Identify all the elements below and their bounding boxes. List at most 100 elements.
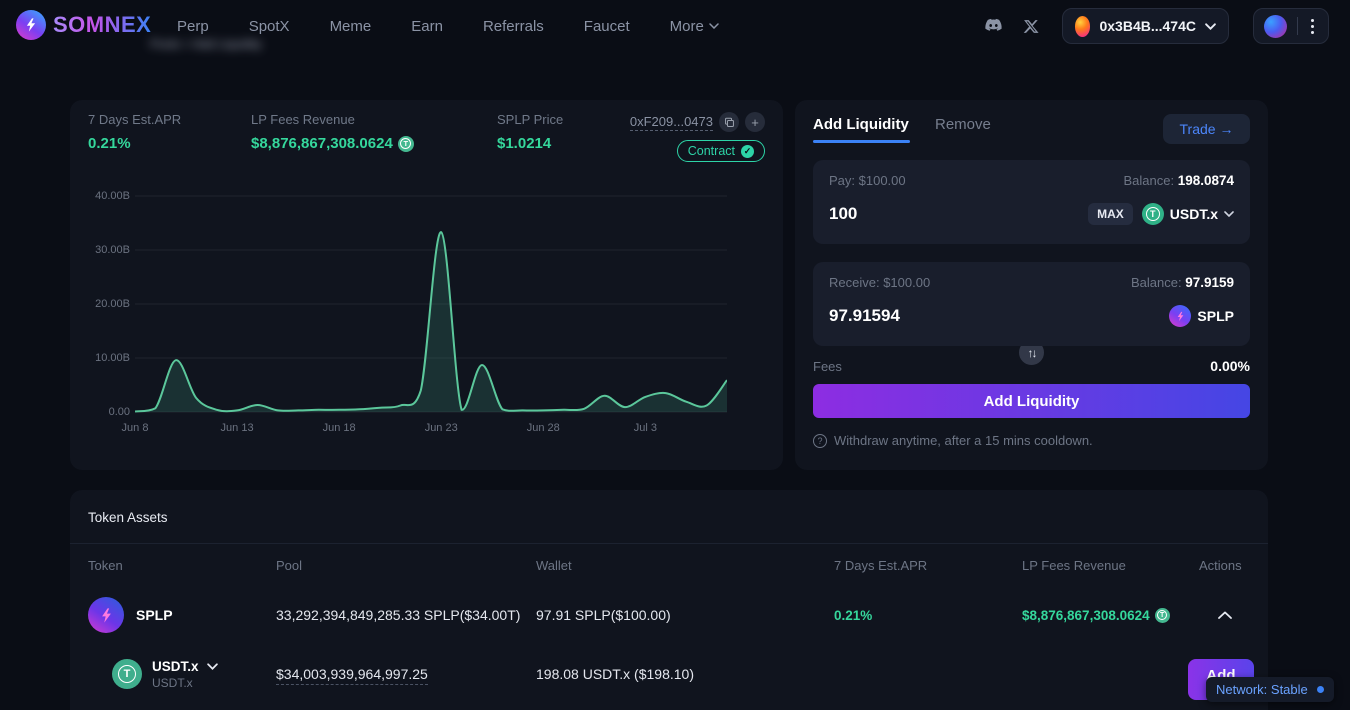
splp-icon bbox=[1169, 305, 1191, 327]
x-tick-label: Jun 23 bbox=[425, 422, 458, 434]
stat-apr: 7 Days Est.APR 0.21% bbox=[88, 112, 181, 152]
stat-apr-label: 7 Days Est.APR bbox=[88, 112, 181, 127]
chevron-down-icon bbox=[709, 23, 719, 29]
table-subrow-usdtx: T USDT.x USDT.x $34,003,939,964,997.25 1… bbox=[88, 648, 1250, 700]
nav-more-label: More bbox=[670, 18, 704, 35]
nav-item-more[interactable]: More bbox=[670, 18, 719, 35]
kebab-menu-icon[interactable] bbox=[1307, 15, 1318, 38]
x-tick-label: Jun 18 bbox=[323, 422, 356, 434]
col-pool: Pool bbox=[276, 558, 536, 573]
question-icon: ? bbox=[813, 434, 827, 448]
lp-fees-chart[interactable] bbox=[135, 190, 727, 425]
y-tick-label: 10.00B bbox=[84, 352, 130, 364]
network-status-text: Network: Stable bbox=[1216, 682, 1308, 697]
contract-info: 0xF209...0473 + Contract ✓ bbox=[630, 112, 765, 162]
pay-token-select[interactable]: T USDT.x bbox=[1142, 203, 1234, 225]
pay-token-label: USDT.x bbox=[1170, 206, 1218, 222]
contract-badge[interactable]: Contract ✓ bbox=[677, 140, 765, 162]
network-app-icon[interactable] bbox=[1264, 15, 1287, 38]
stat-lp-fees-label: LP Fees Revenue bbox=[251, 112, 414, 127]
lp-fees-amount: $8,876,867,308.0624 bbox=[1022, 608, 1150, 623]
x-tick-label: Jun 13 bbox=[221, 422, 254, 434]
wallet-avatar bbox=[1075, 16, 1090, 37]
pool-value-link[interactable]: $34,003,939,964,997.25 bbox=[276, 666, 428, 685]
nav-item-referrals[interactable]: Referrals bbox=[483, 18, 544, 35]
pay-balance: Balance: 198.0874 bbox=[1123, 173, 1234, 188]
add-liquidity-button[interactable]: Add Liquidity bbox=[813, 384, 1250, 418]
subrow-token-subname: USDT.x bbox=[152, 676, 218, 690]
nav-item-spotx[interactable]: SpotX bbox=[249, 18, 290, 35]
nav-item-meme[interactable]: Meme bbox=[330, 18, 372, 35]
chevron-down-icon bbox=[1224, 211, 1234, 217]
nav-item-perp[interactable]: Perp bbox=[177, 18, 209, 35]
discord-icon[interactable] bbox=[983, 0, 1004, 52]
receive-amount-input[interactable]: 97.91594 bbox=[829, 306, 900, 326]
table-row-splp: SPLP 33,292,394,849,285.33 SPLP($34.00T)… bbox=[88, 592, 1250, 638]
pool-stats-chart-card: 7 Days Est.APR 0.21% LP Fees Revenue $8,… bbox=[70, 100, 783, 470]
usdt-icon: T bbox=[112, 659, 142, 689]
receive-balance-value: 97.9159 bbox=[1185, 275, 1234, 290]
network-status-badge[interactable]: Network: Stable bbox=[1206, 677, 1334, 702]
nav-item-faucet[interactable]: Faucet bbox=[584, 18, 630, 35]
nav-item-earn[interactable]: Earn bbox=[411, 18, 443, 35]
col-wallet: Wallet bbox=[536, 558, 834, 573]
tab-add-liquidity[interactable]: Add Liquidity bbox=[813, 116, 909, 133]
stat-lp-fees: LP Fees Revenue $8,876,867,308.0624 T bbox=[251, 112, 414, 152]
stat-apr-value: 0.21% bbox=[88, 135, 181, 152]
lp-fees-value: $8,876,867,308.0624 T bbox=[1022, 608, 1199, 623]
receive-label: Receive: $100.00 bbox=[829, 275, 930, 290]
apr-value: 0.21% bbox=[834, 608, 1022, 623]
splp-icon bbox=[88, 597, 124, 633]
stat-lp-fees-value: $8,876,867,308.0624 T bbox=[251, 135, 414, 152]
max-button[interactable]: MAX bbox=[1088, 203, 1133, 225]
network-status-dot bbox=[1317, 686, 1324, 693]
divider bbox=[70, 543, 1268, 544]
token-assets-title: Token Assets bbox=[88, 510, 168, 525]
wallet-value: 97.91 SPLP($100.00) bbox=[536, 607, 834, 623]
trade-button[interactable]: Trade → bbox=[1163, 114, 1250, 144]
active-tab-underline bbox=[813, 140, 910, 143]
brand-name: SOMNEX bbox=[53, 12, 151, 38]
cooldown-note-text: Withdraw anytime, after a 15 mins cooldo… bbox=[834, 433, 1093, 448]
copy-icon[interactable] bbox=[719, 112, 739, 132]
add-to-wallet-icon[interactable]: + bbox=[745, 112, 765, 132]
x-twitter-icon[interactable] bbox=[1023, 0, 1040, 52]
top-header: SOMNEX Pools > Add Liquidity Perp SpotX … bbox=[0, 0, 1350, 52]
token-name: SPLP bbox=[136, 607, 173, 623]
tether-icon: T bbox=[398, 136, 414, 152]
usdt-icon: T bbox=[1142, 203, 1164, 225]
pay-balance-value: 198.0874 bbox=[1178, 173, 1234, 188]
col-apr: 7 Days Est.APR bbox=[834, 558, 1022, 573]
col-actions: Actions bbox=[1199, 558, 1250, 573]
token-assets-card: Token Assets Token Pool Wallet 7 Days Es… bbox=[70, 490, 1268, 710]
receive-token: SPLP bbox=[1169, 305, 1234, 327]
contract-address-link[interactable]: 0xF209...0473 bbox=[630, 114, 713, 131]
somnex-logo-icon bbox=[16, 10, 46, 40]
y-tick-label: 30.00B bbox=[84, 244, 130, 256]
receive-input-box: Receive: $100.00 Balance: 97.9159 97.915… bbox=[813, 262, 1250, 346]
pay-amount-input[interactable]: 100 bbox=[829, 204, 857, 224]
main-nav: Perp SpotX Meme Earn Referrals Faucet Mo… bbox=[177, 0, 719, 52]
y-tick-label: 20.00B bbox=[84, 298, 130, 310]
wallet-button[interactable]: 0x3B4B...474C bbox=[1062, 8, 1229, 44]
liquidity-panel: Add Liquidity Remove Trade → Pay: $100.0… bbox=[795, 100, 1268, 470]
y-tick-label: 40.00B bbox=[84, 190, 130, 202]
pay-input-box: Pay: $100.00 Balance: 198.0874 100 MAX T… bbox=[813, 160, 1250, 244]
subrow-token-select[interactable]: USDT.x bbox=[152, 659, 218, 674]
pay-balance-label: Balance: bbox=[1123, 173, 1174, 188]
chevron-up-icon bbox=[1218, 611, 1232, 619]
chevron-down-icon bbox=[1205, 23, 1216, 30]
brand-logo[interactable]: SOMNEX bbox=[16, 10, 151, 40]
receive-balance: Balance: 97.9159 bbox=[1131, 275, 1234, 290]
cooldown-note: ? Withdraw anytime, after a 15 mins cool… bbox=[813, 433, 1093, 448]
contract-badge-label: Contract bbox=[688, 144, 735, 158]
subrow-token-name: USDT.x bbox=[152, 659, 199, 674]
fees-label: Fees bbox=[813, 359, 842, 374]
pay-label: Pay: $100.00 bbox=[829, 173, 906, 188]
x-tick-label: Jul 3 bbox=[634, 422, 657, 434]
tab-remove[interactable]: Remove bbox=[935, 116, 991, 133]
x-tick-label: Jun 28 bbox=[527, 422, 560, 434]
collapse-row-button[interactable] bbox=[1199, 611, 1250, 619]
fees-value: 0.00% bbox=[1210, 358, 1250, 374]
wallet-value: 198.08 USDT.x ($198.10) bbox=[536, 666, 834, 682]
